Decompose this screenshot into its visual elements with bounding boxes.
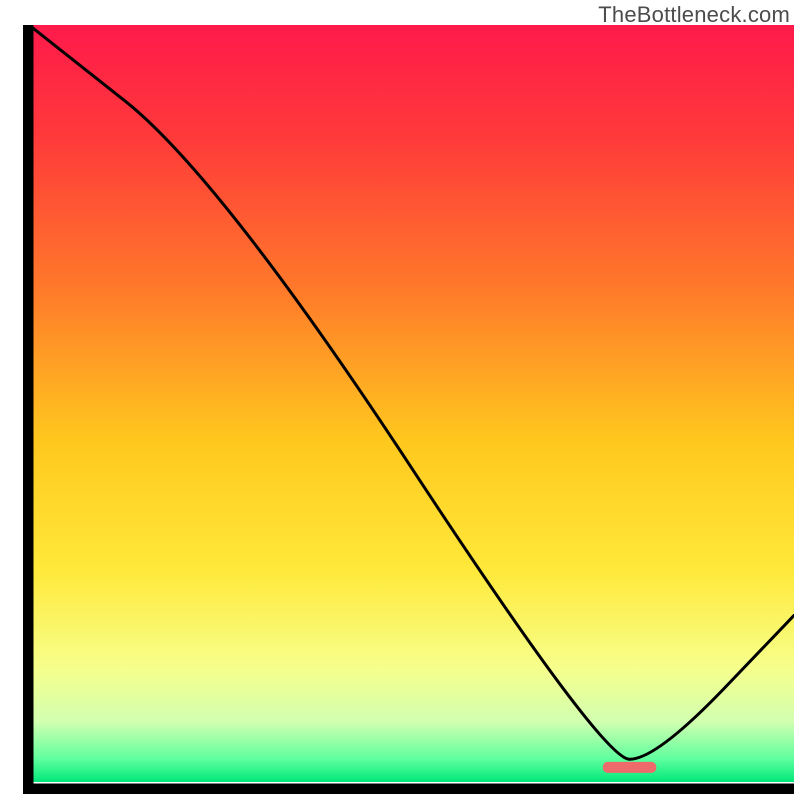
watermark-text: TheBottleneck.com (598, 2, 790, 28)
chart-frame: TheBottleneck.com (0, 0, 800, 800)
valley-marker (603, 762, 657, 773)
gradient-fill (23, 25, 794, 782)
plot-area (23, 25, 794, 794)
chart-svg (23, 25, 794, 794)
